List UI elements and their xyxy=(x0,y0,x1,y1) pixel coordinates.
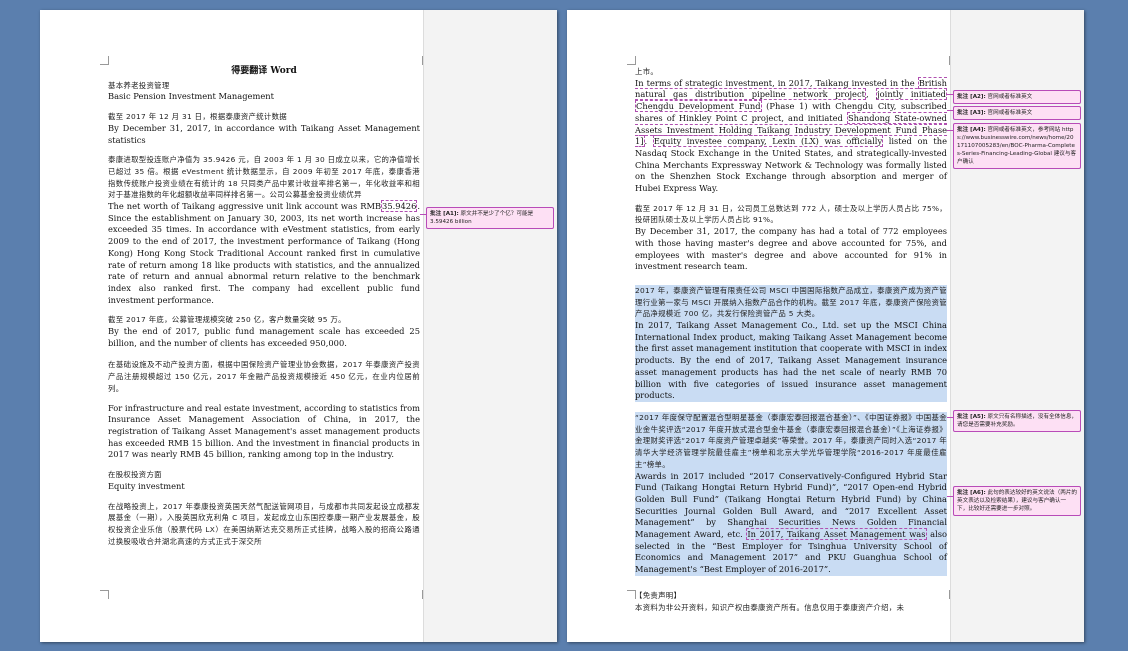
paragraph: The net worth of Taikang aggressive unit… xyxy=(108,200,420,306)
document-page-2: 上市。 In terms of strategic investment, in… xyxy=(567,10,1084,642)
document-page-1: 得要翻译 Word 基本养老投资管理 Basic Pension Investm… xyxy=(40,10,557,642)
paragraph: 泰康进取型投连账户净值为 35.9426 元，自 2003 年 1 月 30 日… xyxy=(108,154,420,201)
disclaimer-text: 本资料为非公开资料，知识产权由泰康资产所有。信息仅用于泰康资产介绍，未 xyxy=(635,602,905,612)
cn-text: 截至 2017 年 12 月 31 日，公司员工总数达到 772 人，硕士及以上… xyxy=(635,203,947,225)
comment-label: 批注 [A2]: xyxy=(957,94,986,100)
en-text: The net worth of Taikang aggressive unit… xyxy=(108,201,382,212)
paragraph: 在股权投资方面 Equity investment xyxy=(108,469,420,492)
cn-text: 在战略投资上，2017 年泰康投资英国天然气配送管网项目，与成都市共同发起设立成… xyxy=(108,501,420,546)
crop-mark xyxy=(100,590,109,599)
en-text: By December 31, 2017, in accordance with… xyxy=(108,122,420,145)
cn-text: 截至 2017 年底，公募管理规模突破 250 亿，客户数量突破 95 万。 xyxy=(108,315,346,325)
en-text: . xyxy=(644,136,653,147)
en-text: By the end of 2017, public fund manageme… xyxy=(108,326,420,348)
en-text: Equity investment xyxy=(108,480,185,491)
comment-a3[interactable]: 批注 [A3]: 官网或者标准英文 xyxy=(953,106,1081,120)
disclaimer-title: 【免责声明】 xyxy=(635,590,682,600)
cn-text: 截至 2017 年 12 月 31 日，根据泰康资产统计数据 xyxy=(108,112,287,122)
en-text: In 2017, Taikang Asset Management Co., L… xyxy=(635,320,947,401)
paragraph: 【免责声明】 本资料为非公开资料，知识产权由泰康资产所有。信息仅用于泰康资产介绍… xyxy=(635,590,947,613)
comment-label: 批注 [A1]: xyxy=(430,211,459,217)
comment-a1[interactable]: 批注 [A1]: 原文并不是少了个亿？可能是 3.59426 billion xyxy=(426,207,554,229)
paragraph-highlighted: 2017 年，泰康资产管理有限责任公司 MSCI 中国国际指数产品成立，泰康资产… xyxy=(635,284,947,402)
cn-text: 泰康进取型投连账户净值为 35.9426 元，自 2003 年 1 月 30 日… xyxy=(108,155,420,200)
comment-a6[interactable]: 批注 [A6]: 此句的表达较好的英文说法（两片的英文表达以及检索结果），建议与… xyxy=(953,486,1081,516)
cn-text: 上市。 xyxy=(635,67,659,76)
comment-label: 批注 [A6]: xyxy=(957,490,986,496)
paragraph: For infrastructure and real estate inves… xyxy=(108,403,420,462)
page-1-body[interactable]: 得要翻译 Word 基本养老投资管理 Basic Pension Investm… xyxy=(108,66,420,555)
paragraph: 截至 2017 年 12 月 31 日，公司员工总数达到 772 人，硕士及以上… xyxy=(635,203,947,273)
en-text: In terms of strategic investment, in 201… xyxy=(635,77,918,88)
page-2-body[interactable]: 上市。 In terms of strategic investment, in… xyxy=(635,66,947,621)
document-title: 得要翻译 Word xyxy=(231,66,297,76)
cn-text: “2017 年度保守配置混合型明星基金（泰康宏泰回报混合基金）”、《中国证券报》… xyxy=(635,412,947,469)
cn-text: 在股权投资方面 xyxy=(108,470,162,480)
comment-label: 批注 [A4]: xyxy=(957,127,986,133)
cn-text: 基本养老投资管理 xyxy=(108,80,170,90)
comment-a2[interactable]: 批注 [A2]: 官网或者标准英文 xyxy=(953,90,1081,104)
paragraph-highlighted: “2017 年度保守配置混合型明星基金（泰康宏泰回报混合基金）”、《中国证券报》… xyxy=(635,411,947,576)
comment-label: 批注 [A3]: xyxy=(957,110,986,116)
cn-text: 2017 年，泰康资产管理有限责任公司 MSCI 中国国际指数产品成立，泰康资产… xyxy=(635,285,947,319)
en-text: Basic Pension Investment Management xyxy=(108,91,274,102)
comment-margin-pane xyxy=(950,10,1084,642)
comment-margin-pane xyxy=(423,10,557,642)
paragraph: 上市。 In terms of strategic investment, in… xyxy=(635,66,947,195)
comment-text: 官网或者标准英文 xyxy=(987,110,1033,116)
comment-a5[interactable]: 批注 [A5]: 原文只有名称描述，没有全体信息，请您是否需要补充奖励。 xyxy=(953,410,1081,432)
crop-mark xyxy=(100,56,109,65)
paragraph: 在基础设施及不动产投资方面，根据中国保险资产管理业协会数据，2017 年泰康资产… xyxy=(108,359,420,394)
crop-mark xyxy=(627,56,636,65)
en-text: . Since the establishment on January 30,… xyxy=(108,201,420,305)
en-text: , xyxy=(865,89,877,100)
comment-anchor-a4b[interactable]: Equity investee company, Lexin (LX) was … xyxy=(652,135,884,148)
cn-text: 在基础设施及不动产投资方面，根据中国保险资产管理业协会数据，2017 年泰康资产… xyxy=(108,360,420,393)
comment-anchor-a3[interactable]: jointly initiated xyxy=(876,88,947,101)
en-text: By December 31, 2017, the company has ha… xyxy=(635,226,947,272)
paragraph: 截至 2017 年 12 月 31 日，根据泰康资产统计数据 By Decemb… xyxy=(108,111,420,146)
comment-label: 批注 [A5]: xyxy=(957,414,986,420)
comment-anchor-a3b[interactable]: Chengdu Development Fund xyxy=(635,100,762,113)
paragraph: 基本养老投资管理 Basic Pension Investment Manage… xyxy=(108,80,420,103)
en-text: For infrastructure and real estate inves… xyxy=(108,402,420,460)
comment-anchor-a1[interactable]: 35.9426 xyxy=(381,200,418,213)
comment-anchor-a6[interactable]: In 2017, Taikang Asset Management was xyxy=(746,528,927,541)
paragraph: 截至 2017 年底，公募管理规模突破 250 亿，客户数量突破 95 万。 B… xyxy=(108,314,420,349)
comment-a4[interactable]: 批注 [A4]: 官网或者标准英文，参考网站 https://www.busin… xyxy=(953,123,1081,169)
paragraph: 在战略投资上，2017 年泰康投资英国天然气配送管网项目，与成都市共同发起设立成… xyxy=(108,501,420,548)
comment-text: 官网或者标准英文 xyxy=(987,94,1033,100)
